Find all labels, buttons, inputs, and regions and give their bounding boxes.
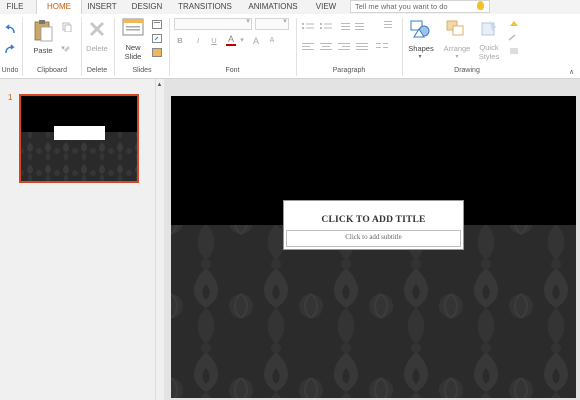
new-slide-label-line1: New: [125, 43, 141, 52]
group-label-undo: Undo: [1, 67, 19, 74]
group-label-slides: Slides: [132, 67, 152, 74]
paste-button[interactable]: Paste: [28, 46, 58, 55]
layout-icon[interactable]: [152, 20, 162, 29]
group-label-font: Font: [225, 67, 240, 74]
subtitle-placeholder-text: Click to add subtitle: [345, 233, 402, 241]
ribbon-separator: [22, 18, 23, 76]
tell-me-search-input[interactable]: Tell me what you want to do: [350, 0, 490, 13]
redo-icon[interactable]: [4, 44, 16, 54]
title-placeholder[interactable]: CLICK TO ADD TITLE Click to add subtitle: [283, 200, 464, 250]
title-placeholder-text: CLICK TO ADD TITLE: [321, 215, 426, 225]
tab-insert[interactable]: INSERT: [82, 0, 122, 14]
shape-fill-icon[interactable]: [508, 20, 522, 28]
delete-x-icon[interactable]: [88, 20, 106, 38]
quick-styles-icon[interactable]: [480, 19, 498, 39]
slide-number: 1: [8, 93, 13, 102]
section-icon[interactable]: [152, 48, 162, 57]
quick-styles-label-line2: Styles: [478, 52, 500, 61]
group-label-delete: Delete: [86, 67, 108, 74]
collapse-ribbon-chevron-up-icon[interactable]: ∧: [569, 68, 574, 76]
bullets-icon[interactable]: [302, 22, 314, 32]
reset-slide-icon[interactable]: [152, 34, 162, 43]
arrange-chevron-down-icon[interactable]: ▾: [452, 53, 462, 60]
arrange-button[interactable]: Arrange: [440, 44, 474, 53]
shapes-chevron-down-icon[interactable]: ▾: [415, 53, 425, 60]
subtitle-placeholder[interactable]: Click to add subtitle: [286, 230, 461, 247]
tab-animations[interactable]: ANIMATIONS: [242, 0, 304, 14]
ribbon-home: Undo Paste ▾ Clipboard Delete Delete New…: [0, 14, 580, 79]
increase-indent-icon[interactable]: [352, 22, 364, 32]
ribbon-tab-bar: FILE HOME INSERT DESIGN TRANSITIONS ANIM…: [0, 0, 580, 14]
tab-file[interactable]: FILE: [0, 0, 30, 14]
line-spacing-icon[interactable]: [380, 20, 392, 30]
shapes-button[interactable]: Shapes: [405, 44, 437, 53]
delete-button[interactable]: Delete: [82, 44, 112, 53]
shape-effects-icon[interactable]: [508, 47, 522, 55]
new-slide-icon[interactable]: [122, 18, 144, 36]
shape-outline-icon[interactable]: [508, 34, 522, 42]
decrease-indent-icon[interactable]: [338, 22, 350, 32]
grow-font-button[interactable]: A: [252, 36, 260, 46]
numbering-icon[interactable]: [320, 22, 332, 32]
font-color-chevron-down-icon[interactable]: ▾: [238, 36, 246, 44]
new-slide-label-line2: Slide: [124, 52, 142, 61]
align-left-icon[interactable]: [302, 42, 314, 52]
quick-styles-label-line1: Quick: [479, 43, 499, 52]
paste-icon[interactable]: [33, 18, 53, 42]
italic-button[interactable]: I: [194, 36, 202, 45]
font-name-select[interactable]: [174, 18, 252, 30]
font-name-chevron-down-icon[interactable]: ▾: [244, 17, 252, 25]
shapes-icon[interactable]: [410, 20, 432, 38]
scroll-up-chevron-icon[interactable]: ▲: [156, 81, 163, 89]
columns-icon[interactable]: [376, 42, 388, 52]
undo-icon[interactable]: [4, 24, 16, 34]
align-right-icon[interactable]: [338, 42, 350, 52]
thumbnail-preview: [21, 96, 137, 181]
slide-thumbnail[interactable]: [19, 94, 139, 183]
underline-button[interactable]: U: [210, 36, 218, 45]
lightbulb-icon: [477, 1, 484, 10]
arrange-icon[interactable]: [446, 20, 466, 38]
font-size-chevron-down-icon[interactable]: ▾: [281, 17, 289, 25]
shrink-font-button[interactable]: A: [268, 37, 276, 44]
copy-icon[interactable]: [62, 22, 72, 32]
font-color-button[interactable]: A: [226, 35, 236, 46]
new-slide-button[interactable]: New Slide: [118, 43, 148, 61]
ribbon-separator: [114, 18, 115, 76]
quick-styles-button[interactable]: Quick Styles: [474, 43, 504, 61]
bold-button[interactable]: B: [176, 36, 184, 45]
justify-icon[interactable]: [356, 42, 368, 52]
tab-home[interactable]: HOME: [36, 0, 82, 14]
tab-view[interactable]: VIEW: [310, 0, 342, 14]
tab-transitions[interactable]: TRANSITIONS: [172, 0, 238, 14]
format-painter-icon[interactable]: [62, 42, 72, 52]
tab-design[interactable]: DESIGN: [126, 0, 168, 14]
group-label-clipboard: Clipboard: [37, 67, 67, 74]
group-label-paragraph: Paragraph: [332, 67, 366, 74]
align-center-icon[interactable]: [320, 42, 332, 52]
group-label-drawing: Drawing: [454, 67, 480, 74]
